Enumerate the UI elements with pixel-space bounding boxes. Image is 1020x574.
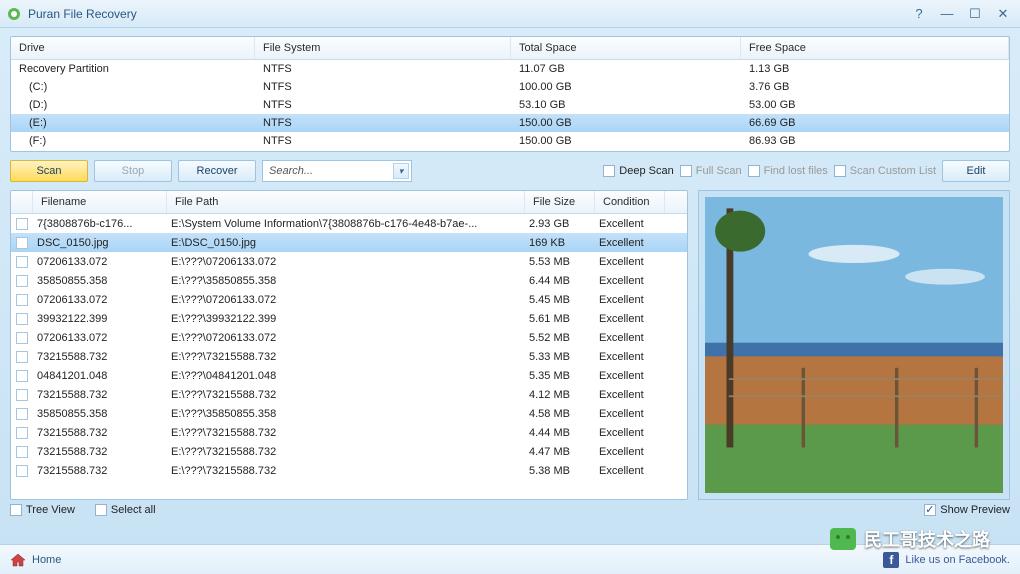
facebook-link[interactable]: f Like us on Facebook. <box>883 552 1010 568</box>
full-scan-checkbox[interactable]: Full Scan <box>680 165 742 177</box>
help-button[interactable]: ? <box>908 5 930 23</box>
app-icon <box>6 6 22 22</box>
find-lost-checkbox[interactable]: Find lost files <box>748 165 828 177</box>
show-preview-checkbox[interactable]: Show Preview <box>924 504 1010 516</box>
edit-button[interactable]: Edit <box>942 160 1010 182</box>
watermark-overlay: 民工哥技术之路 <box>830 526 990 552</box>
col-filename[interactable]: Filename <box>33 191 167 213</box>
file-checkbox[interactable] <box>16 408 28 420</box>
maximize-button[interactable]: ☐ <box>964 5 986 23</box>
file-checkbox[interactable] <box>16 294 28 306</box>
file-row[interactable]: 39932122.399E:\???\39932122.3995.61 MBEx… <box>11 309 687 328</box>
search-dropdown-icon[interactable]: ▾ <box>393 163 409 179</box>
select-all-checkbox[interactable]: Select all <box>95 504 156 516</box>
home-link[interactable]: Home <box>32 554 61 566</box>
col-condition[interactable]: Condition <box>595 191 665 213</box>
col-filesize[interactable]: File Size <box>525 191 595 213</box>
col-filepath[interactable]: File Path <box>167 191 525 213</box>
file-row[interactable]: 07206133.072E:\???\07206133.0725.53 MBEx… <box>11 252 687 271</box>
drive-row[interactable]: (E:)NTFS150.00 GB66.69 GB <box>11 114 1009 132</box>
file-checkbox[interactable] <box>16 256 28 268</box>
drive-row[interactable]: (F:)NTFS150.00 GB86.93 GB <box>11 132 1009 149</box>
drive-row[interactable]: (D:)NTFS53.10 GB53.00 GB <box>11 96 1009 114</box>
file-row[interactable]: 73215588.732E:\???\73215588.7324.47 MBEx… <box>11 442 687 461</box>
file-row[interactable]: 73215588.732E:\???\73215588.7325.33 MBEx… <box>11 347 687 366</box>
col-drive[interactable]: Drive <box>11 37 255 59</box>
close-button[interactable]: ✕ <box>992 5 1014 23</box>
drive-row[interactable]: Recovery PartitionNTFS11.07 GB1.13 GB <box>11 60 1009 78</box>
file-row[interactable]: 35850855.358E:\???\35850855.3586.44 MBEx… <box>11 271 687 290</box>
deep-scan-checkbox[interactable]: Deep Scan <box>603 165 673 177</box>
file-checkbox[interactable] <box>16 427 28 439</box>
home-icon <box>10 553 26 567</box>
file-checkbox[interactable] <box>16 218 28 230</box>
file-checkbox[interactable] <box>16 389 28 401</box>
recover-button[interactable]: Recover <box>178 160 256 182</box>
toolbar: Scan Stop Recover Search... ▾ Deep Scan … <box>10 160 1010 182</box>
wechat-icon <box>830 528 856 550</box>
file-checkbox[interactable] <box>16 351 28 363</box>
bottom-row: Tree View Select all Show Preview <box>10 504 1010 516</box>
file-row[interactable]: 04841201.048E:\???\04841201.0485.35 MBEx… <box>11 366 687 385</box>
facebook-icon: f <box>883 552 899 568</box>
file-checkbox[interactable] <box>16 465 28 477</box>
file-checkbox[interactable] <box>16 275 28 287</box>
scan-custom-checkbox[interactable]: Scan Custom List <box>834 165 936 177</box>
stop-button[interactable]: Stop <box>94 160 172 182</box>
scan-button[interactable]: Scan <box>10 160 88 182</box>
files-header: Filename File Path File Size Condition <box>11 191 687 214</box>
file-checkbox[interactable] <box>16 370 28 382</box>
window-title: Puran File Recovery <box>28 7 908 21</box>
file-row[interactable]: 35850855.358E:\???\35850855.3584.58 MBEx… <box>11 404 687 423</box>
tree-view-checkbox[interactable]: Tree View <box>10 504 75 516</box>
files-panel: Filename File Path File Size Condition 7… <box>10 190 688 500</box>
file-row[interactable]: 73215588.732E:\???\73215588.7325.38 MBEx… <box>11 461 687 480</box>
file-checkbox[interactable] <box>16 313 28 325</box>
drives-panel: Drive File System Total Space Free Space… <box>10 36 1010 152</box>
titlebar: Puran File Recovery ? — ☐ ✕ <box>0 0 1020 28</box>
file-row[interactable]: 73215588.732E:\???\73215588.7324.12 MBEx… <box>11 385 687 404</box>
files-body[interactable]: 7{3808876b-c176...E:\System Volume Infor… <box>11 214 687 497</box>
drives-body[interactable]: Recovery PartitionNTFS11.07 GB1.13 GB(C:… <box>11 60 1009 149</box>
file-row[interactable]: 07206133.072E:\???\07206133.0725.45 MBEx… <box>11 290 687 309</box>
preview-panel <box>698 190 1010 500</box>
search-input[interactable]: Search... ▾ <box>262 160 412 182</box>
file-row[interactable]: 73215588.732E:\???\73215588.7324.44 MBEx… <box>11 423 687 442</box>
drives-header: Drive File System Total Space Free Space <box>11 37 1009 60</box>
search-placeholder: Search... <box>269 165 313 177</box>
file-checkbox[interactable] <box>16 332 28 344</box>
file-row[interactable]: 07206133.072E:\???\07206133.0725.52 MBEx… <box>11 328 687 347</box>
preview-image <box>698 190 1010 500</box>
file-checkbox[interactable] <box>16 237 28 249</box>
minimize-button[interactable]: — <box>936 5 958 23</box>
drive-row[interactable]: (C:)NTFS100.00 GB3.76 GB <box>11 78 1009 96</box>
col-fs[interactable]: File System <box>255 37 511 59</box>
file-row[interactable]: DSC_0150.jpgE:\DSC_0150.jpg169 KBExcelle… <box>11 233 687 252</box>
col-free[interactable]: Free Space <box>741 37 1009 59</box>
file-row[interactable]: 7{3808876b-c176...E:\System Volume Infor… <box>11 214 687 233</box>
file-checkbox[interactable] <box>16 446 28 458</box>
col-total[interactable]: Total Space <box>511 37 741 59</box>
